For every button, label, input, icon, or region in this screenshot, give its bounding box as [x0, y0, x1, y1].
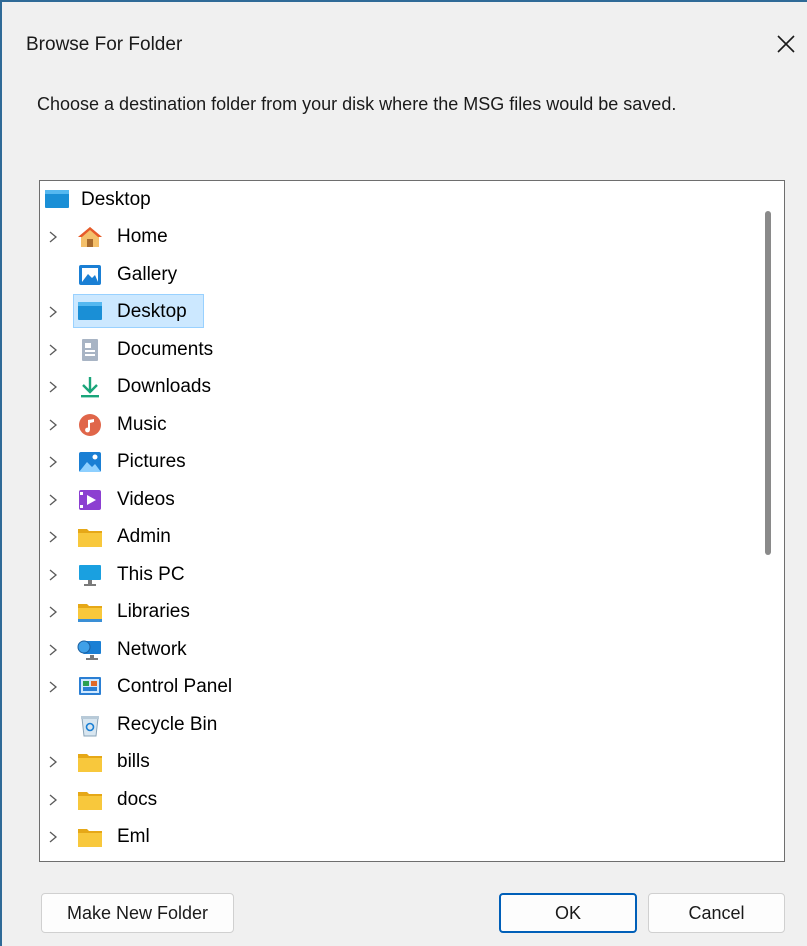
folder-icon — [77, 825, 103, 849]
desktop-icon — [77, 300, 103, 324]
tree-item-label: docs — [117, 788, 158, 810]
tree-item-gallery[interactable]: Gallery — [40, 257, 760, 293]
tree-item-recycle-bin[interactable]: Recycle Bin — [40, 707, 760, 743]
dialog-title: Browse For Folder — [26, 34, 183, 55]
folder-tree[interactable]: Desktop Home Gallery Desktop Documents Downl… — [39, 180, 785, 862]
tree-item-network[interactable]: Network — [40, 632, 760, 668]
tree-item-label: This PC — [117, 563, 185, 585]
title-bar: Browse For Folder — [0, 0, 807, 82]
tree-item-label: Admin — [117, 526, 171, 547]
control-panel-icon — [77, 675, 103, 699]
home-icon — [77, 225, 103, 249]
tree-item-label: Desktop — [81, 189, 151, 210]
tree-item-label: Music — [117, 413, 167, 435]
chevron-right-icon[interactable] — [46, 492, 60, 508]
tree-item-downloads[interactable]: Downloads — [40, 369, 760, 405]
tree-item-label: Documents — [117, 338, 214, 360]
tree-item-label: Desktop — [117, 301, 187, 322]
chevron-right-icon[interactable] — [46, 342, 60, 358]
chevron-right-icon[interactable] — [46, 754, 60, 770]
tree-item-pictures[interactable]: Pictures — [40, 444, 760, 480]
network-icon — [77, 638, 103, 662]
folder-icon — [77, 788, 103, 812]
chevron-right-icon[interactable] — [46, 829, 60, 845]
chevron-right-icon[interactable] — [46, 304, 60, 320]
make-new-folder-button[interactable]: Make New Folder — [41, 893, 234, 933]
music-icon — [77, 413, 103, 437]
chevron-right-icon[interactable] — [46, 417, 60, 433]
tree-item-label: bills — [117, 751, 150, 772]
tree-item-bills[interactable]: bills — [40, 744, 760, 780]
chevron-right-icon[interactable] — [46, 567, 60, 583]
tree-item-docs[interactable]: docs — [40, 782, 760, 818]
tree-item-admin[interactable]: Admin — [40, 519, 760, 555]
tree-item-label: Recycle Bin — [117, 713, 218, 735]
chevron-right-icon[interactable] — [46, 454, 60, 470]
tree-item-videos[interactable]: Videos — [40, 482, 760, 518]
this-pc-icon — [77, 563, 103, 587]
desktop-icon — [44, 188, 70, 212]
chevron-right-icon[interactable] — [46, 379, 60, 395]
tree-item-label: Control Panel — [117, 676, 233, 697]
recycle-bin-icon — [77, 713, 103, 737]
tree-item-label: Videos — [117, 488, 175, 510]
chevron-right-icon[interactable] — [46, 529, 60, 545]
window-border-left — [0, 0, 2, 946]
tree-item-eml[interactable]: Eml — [40, 819, 760, 855]
folder-icon — [77, 750, 103, 774]
tree-item-libraries[interactable]: Libraries — [40, 594, 760, 630]
pictures-icon — [77, 450, 103, 474]
tree-item-label: Downloads — [117, 376, 211, 397]
tree-item-label: Home — [117, 226, 168, 247]
tree-root-desktop[interactable]: Desktop — [40, 182, 760, 218]
tree-item-label: Pictures — [117, 451, 186, 472]
tree-item-documents[interactable]: Documents — [40, 332, 760, 368]
scrollbar-thumb[interactable] — [765, 211, 771, 555]
tree-item-label: Gallery — [117, 263, 178, 285]
tree-item-music[interactable]: Music — [40, 407, 760, 443]
tree-item-label: Eml — [117, 826, 150, 847]
tree-item-desktop[interactable]: Desktop — [40, 294, 760, 330]
videos-icon — [77, 488, 103, 512]
chevron-right-icon[interactable] — [46, 679, 60, 695]
libraries-icon — [77, 600, 103, 624]
close-button[interactable] — [768, 26, 804, 62]
tree-item-home[interactable]: Home — [40, 219, 760, 255]
tree-item-this-pc[interactable]: This PC — [40, 557, 760, 593]
instruction-text: Choose a destination folder from your di… — [37, 94, 677, 114]
folder-icon — [77, 525, 103, 549]
tree-item-label: Network — [117, 638, 187, 660]
gallery-icon — [77, 263, 103, 287]
chevron-right-icon[interactable] — [46, 792, 60, 808]
chevron-right-icon[interactable] — [46, 642, 60, 658]
documents-icon — [77, 338, 103, 362]
tree-item-control-panel[interactable]: Control Panel — [40, 669, 760, 705]
close-icon — [777, 35, 795, 53]
downloads-icon — [77, 375, 103, 399]
tree-item-label: Libraries — [117, 601, 190, 622]
chevron-right-icon[interactable] — [46, 604, 60, 620]
cancel-button[interactable]: Cancel — [648, 893, 785, 933]
ok-button[interactable]: OK — [499, 893, 637, 933]
chevron-right-icon[interactable] — [46, 229, 60, 245]
